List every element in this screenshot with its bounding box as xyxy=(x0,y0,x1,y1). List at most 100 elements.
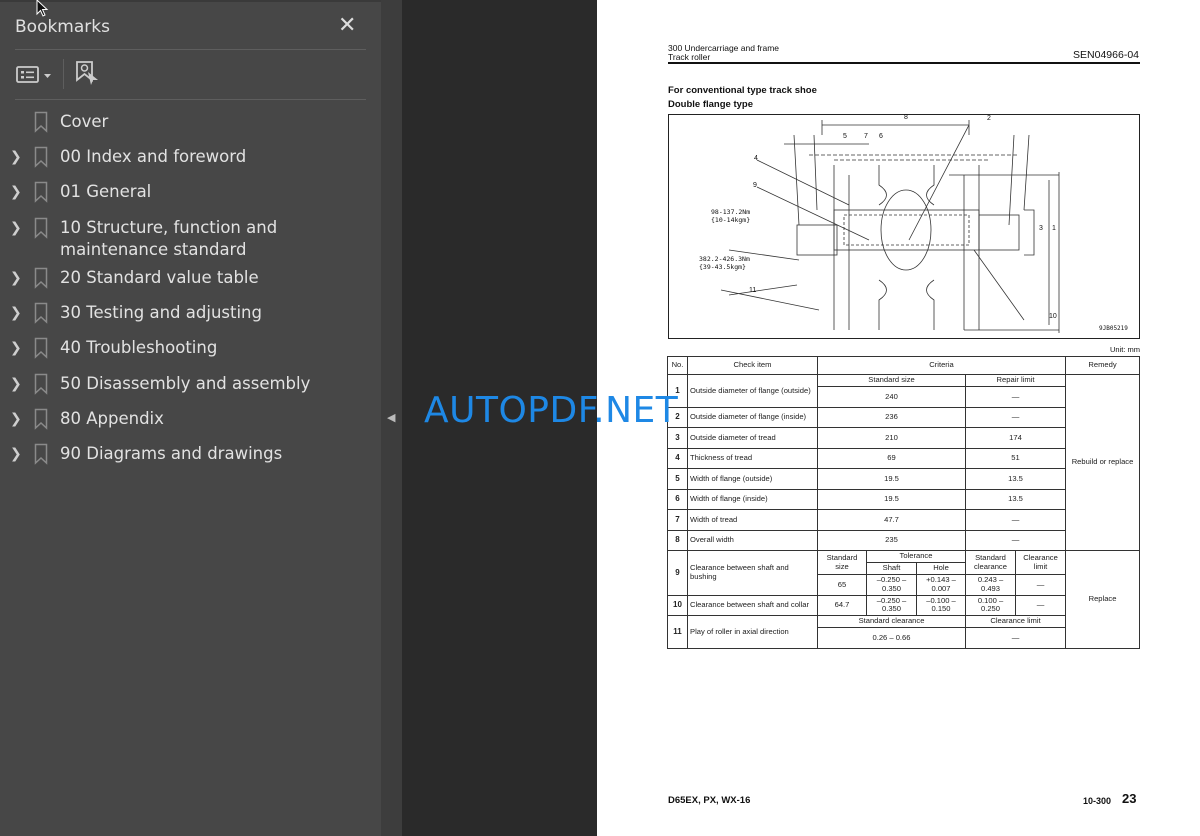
header-clearance-limit: Clearance limit xyxy=(964,615,1067,628)
figure-id: 9JB05219 xyxy=(1099,325,1128,332)
bookmark-label: 01 General xyxy=(60,182,152,201)
table-header-row: No. Check item Criteria Remedy xyxy=(667,356,1141,375)
header-remedy: Remedy xyxy=(1065,356,1141,375)
row-item: Thickness of tread xyxy=(687,447,818,469)
header-shaft: Shaft xyxy=(866,562,917,575)
bookmark-label: Cover xyxy=(60,112,109,131)
header-clearance-limit: Clearance limit xyxy=(1014,550,1067,575)
cell-standard-clearance: 0.26 – 0.66 xyxy=(817,627,966,649)
cell-standard-size: 47.7 xyxy=(817,509,966,531)
cell-standard-size: 236 xyxy=(817,406,966,428)
page-number: 23 xyxy=(1122,791,1137,806)
bookmark-icon xyxy=(34,443,48,465)
bookmark-icon xyxy=(34,302,48,324)
table-row: 1 Outside diameter of flange (outside) Sta… xyxy=(667,374,1141,551)
bookmark-icon xyxy=(34,408,48,430)
label-11: 11 xyxy=(749,287,757,294)
footer-code: 10-300 xyxy=(1083,796,1112,806)
label-7: 7 xyxy=(864,133,868,140)
bookmark-icon xyxy=(34,111,48,133)
cell-repair-limit: — xyxy=(964,386,1067,408)
header-standard-clearance: Standard clearance xyxy=(817,615,966,628)
bookmark-icon xyxy=(34,373,48,395)
cell-clearance-limit: — xyxy=(964,627,1067,649)
cell-size: 65 xyxy=(817,574,867,596)
label-2: 2 xyxy=(987,115,991,122)
row-no: 4 xyxy=(667,447,688,469)
label-8: 8 xyxy=(904,114,908,121)
track-roller-drawing xyxy=(720,120,1060,333)
cell-repair-limit: 13.5 xyxy=(964,488,1067,510)
bookmark-icon xyxy=(34,146,48,168)
header-standard-size: Standard size xyxy=(817,550,867,575)
close-icon[interactable]: ✕ xyxy=(338,12,356,38)
bookmark-label: 50 Disassembly and assembly xyxy=(60,374,311,393)
panel-title: Bookmarks xyxy=(15,17,110,37)
row-item: Outside diameter of tread xyxy=(687,427,818,449)
label-4: 4 xyxy=(754,155,758,162)
chevron-right-icon[interactable]: ❯ xyxy=(10,181,22,203)
row-item: Width of flange (inside) xyxy=(687,488,818,510)
cell-standard-size: 210 xyxy=(817,427,966,449)
watermark: AUTOPDF.NET xyxy=(424,390,679,431)
collapse-panel-icon[interactable]: ◀ xyxy=(387,411,395,424)
row-no: 8 xyxy=(667,529,688,551)
row-item: Play of roller in axial direction xyxy=(687,615,818,649)
chevron-right-icon[interactable]: ❯ xyxy=(10,267,22,289)
cell-hole: –0.100 –0.150 xyxy=(916,594,966,616)
cell-repair-limit: 174 xyxy=(964,427,1067,449)
header-tolerance: Tolerance xyxy=(866,550,966,563)
cell-repair-limit: 51 xyxy=(964,447,1067,469)
chevron-right-icon[interactable]: ❯ xyxy=(10,217,22,239)
row-item: Overall width xyxy=(687,529,818,551)
footer-model: D65EX, PX, WX-16 xyxy=(668,795,751,806)
torque-label-1: 98-137.2Nm xyxy=(711,208,751,216)
bookmark-search-icon xyxy=(76,61,98,85)
header-check-item: Check item xyxy=(687,356,818,375)
document-code: SEN04966-04 xyxy=(1073,49,1139,61)
bookmarks-panel: Bookmarks ✕ Cover ❯ 00 Index and foreword ❯… xyxy=(0,0,381,836)
chevron-right-icon[interactable]: ❯ xyxy=(10,337,22,359)
bookmark-label: 10 Structure, function and maintenance s… xyxy=(60,218,278,259)
label-10: 10 xyxy=(1049,313,1057,320)
chevron-right-icon[interactable]: ❯ xyxy=(10,443,22,465)
chevron-right-icon[interactable]: ❯ xyxy=(10,373,22,395)
remedy-rebuild: Rebuild or replace xyxy=(1065,374,1141,551)
find-current-bookmark-button[interactable] xyxy=(74,60,100,88)
standard-value-table: No. Check item Criteria Remedy 1 Outside … xyxy=(667,356,1141,649)
label-9: 9 xyxy=(753,182,757,189)
bookmark-label: 20 Standard value table xyxy=(60,268,259,287)
label-1: 1 xyxy=(1052,225,1056,232)
row-item: Width of flange (outside) xyxy=(687,468,818,490)
cell-standard-size: 240 xyxy=(817,386,966,408)
cell-standard-size: 69 xyxy=(817,447,966,469)
bookmark-icon xyxy=(34,267,48,289)
cell-repair-limit: 13.5 xyxy=(964,468,1067,490)
row-no: 11 xyxy=(667,615,688,649)
chevron-right-icon[interactable]: ❯ xyxy=(10,408,22,430)
list-options-icon xyxy=(16,66,51,83)
row-no: 7 xyxy=(667,509,688,531)
header-standard-size: Standard size xyxy=(817,374,966,387)
chevron-right-icon[interactable]: ❯ xyxy=(10,146,22,168)
cell-clearance: 0.100 – 0.250 xyxy=(965,594,1016,616)
cell-standard-size: 235 xyxy=(817,529,966,551)
cell-standard-size: 19.5 xyxy=(817,468,966,490)
bookmark-label: 30 Testing and adjusting xyxy=(60,303,262,322)
table-row: 9 Clearance between shaft and bushing St… xyxy=(667,550,1141,649)
cell-shaft: –0.250 –0.350 xyxy=(866,594,917,616)
chevron-right-icon[interactable]: ❯ xyxy=(10,302,22,324)
cell-shaft: –0.250 –0.350 xyxy=(866,574,917,596)
cell-hole: +0.143 –0.007 xyxy=(916,574,966,596)
row-no: 10 xyxy=(667,594,688,616)
pdf-page: 300 Undercarriage and frame Track roller… xyxy=(597,0,1200,836)
bookmark-options-button[interactable] xyxy=(16,64,56,86)
divider xyxy=(15,49,366,50)
header-repair-limit: Repair limit xyxy=(964,374,1067,387)
label-5: 5 xyxy=(843,133,847,140)
cell-size: 64.7 xyxy=(817,594,867,616)
header-no: No. xyxy=(667,356,688,375)
row-item: Clearance between shaft and bushing xyxy=(687,550,818,596)
heading-flange-type: Double flange type xyxy=(668,99,753,110)
torque-label-1-kgm: {10-14kgm} xyxy=(711,216,751,224)
